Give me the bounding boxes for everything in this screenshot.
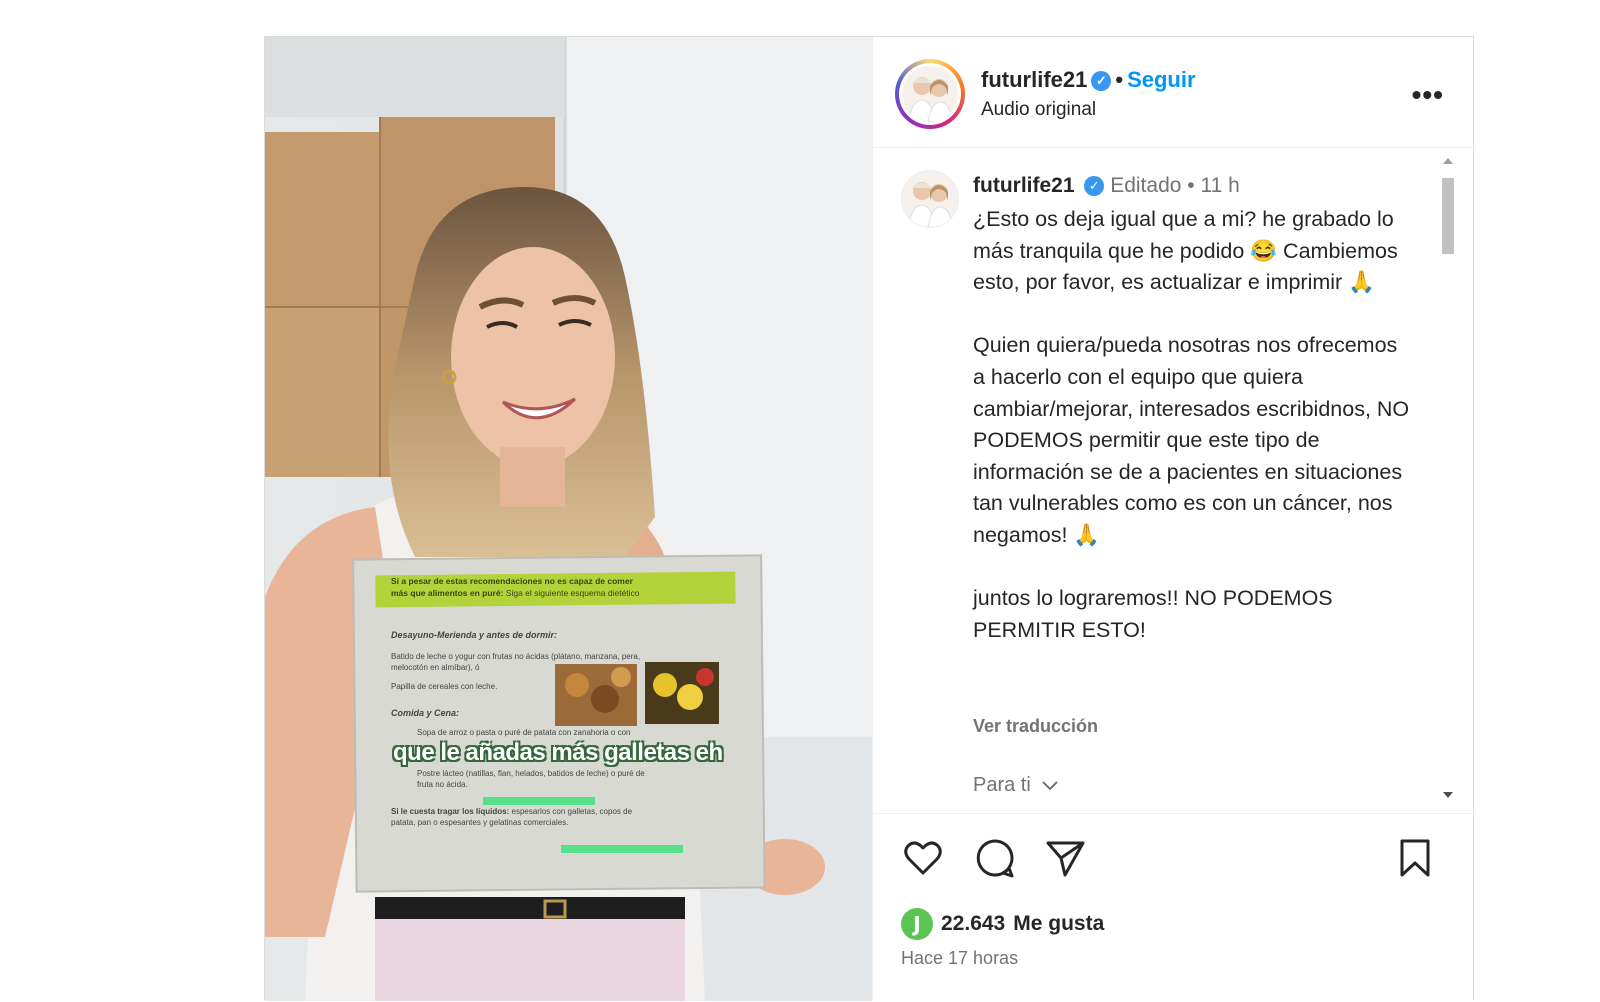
comments-scrollbar[interactable]: [1438, 152, 1460, 802]
liker-avatar: J: [901, 908, 933, 940]
sheet-banner: Si a pesar de estas recomendaciones no e…: [391, 575, 741, 599]
scrollbar-thumb[interactable]: [1442, 178, 1454, 254]
post-side-panel: futurlife21 ✓ • Seguir Audio original ••• f…: [872, 37, 1474, 1001]
likes-label: Me gusta: [1013, 912, 1105, 935]
for-you-dropdown[interactable]: Para ti: [973, 774, 1060, 797]
instagram-post: Si a pesar de estas recomendaciones no e…: [264, 36, 1474, 1001]
header-username-row: futurlife21 ✓ • Seguir: [981, 67, 1196, 93]
bookmark-icon[interactable]: [1393, 836, 1437, 880]
post-header: futurlife21 ✓ • Seguir Audio original •••: [873, 37, 1474, 148]
story-ring[interactable]: [895, 59, 965, 129]
for-you-label: Para ti: [973, 774, 1031, 796]
sheet-section3-line1: espesarlos con galletas, copos de: [511, 807, 633, 816]
post-timestamp[interactable]: Hace 17 horas: [901, 948, 1018, 969]
sheet-section3-title: Si le cuesta tragar los líquidos:: [391, 807, 510, 816]
chevron-down-icon: [1042, 781, 1059, 791]
comment-header: futurlife21 ✓ Editado • 11 h: [973, 174, 1240, 198]
see-translation-link[interactable]: Ver traducción: [973, 716, 1098, 737]
sheet-banner-line2-rest: Siga el siguiente esquema dietético: [505, 588, 640, 598]
meta-separator: •: [1187, 174, 1195, 197]
comment-paragraph: Quien quiera/pueda nosotras nos ofrecemo…: [973, 333, 1410, 547]
sheet-section2-item3a: Postre lácteo (natillas, flan, helados, …: [417, 769, 645, 778]
sheet-body: Desayuno-Merienda y antes de dormir: Bat…: [391, 630, 741, 828]
sheet-section3-line2: patata, pan o espesantes y gelatinas com…: [391, 818, 569, 827]
comments-section: futurlife21 ✓ Editado • 11 h ¿Esto os de…: [873, 148, 1474, 810]
verified-badge-icon: ✓: [1091, 71, 1112, 91]
video-frame: [265, 37, 872, 1001]
follow-button[interactable]: Seguir: [1127, 67, 1195, 92]
audio-label[interactable]: Audio original: [981, 99, 1096, 121]
comment-icon[interactable]: [973, 836, 1017, 880]
post-actions: J 22.643 Me gusta Hace 17 horas: [873, 813, 1474, 1002]
edited-label: Editado: [1110, 174, 1182, 197]
sheet-section1-line1: Batido de leche o yogur con frutas no ác…: [391, 652, 641, 661]
verified-badge-icon: ✓: [1084, 176, 1105, 196]
liker-avatar-letter: J: [913, 912, 921, 936]
likes-row[interactable]: J 22.643 Me gusta: [901, 908, 1104, 940]
sheet-section2-item3b: fruta no ácida.: [417, 780, 468, 789]
post-video[interactable]: Si a pesar de estas recomendaciones no e…: [265, 37, 872, 1001]
scroll-up-arrow-icon[interactable]: [1443, 158, 1453, 164]
comment-username[interactable]: futurlife21: [973, 174, 1075, 197]
sheet-banner-line2: más que alimentos en puré:: [391, 588, 504, 598]
separator-dot: •: [1115, 67, 1124, 92]
more-options-icon[interactable]: •••: [1412, 79, 1444, 111]
sheet-section1-line2: melocotón en almíbar), ó: [391, 663, 480, 672]
likes-count: 22.643: [941, 912, 1006, 935]
comment-paragraph: juntos lo lograremos!! NO PODEMOS PERMIT…: [973, 586, 1333, 642]
comment-avatar[interactable]: [901, 170, 959, 228]
scroll-down-arrow-icon[interactable]: [1443, 792, 1453, 798]
sheet-section2-item1: Sopa de arroz o pasta o puré de patata c…: [417, 728, 631, 737]
share-icon[interactable]: [1043, 836, 1087, 880]
sheet-section1-line3: Papilla de cereales con leche.: [391, 682, 498, 691]
comment-time[interactable]: 11 h: [1200, 174, 1239, 197]
sheet-section2-title: Comida y Cena:: [391, 708, 460, 718]
sheet-banner-line1: Si a pesar de estas recomendaciones no e…: [391, 576, 633, 586]
comment-text: ¿Esto os deja igual que a mi? he grabado…: [973, 204, 1413, 646]
header-username[interactable]: futurlife21: [981, 67, 1087, 92]
video-caption: que le añadas más galletas eh: [393, 739, 723, 766]
sheet-section1-title: Desayuno-Merienda y antes de dormir:: [391, 630, 558, 640]
heart-icon[interactable]: [901, 836, 945, 880]
avatar[interactable]: [902, 66, 958, 122]
comment-paragraph: ¿Esto os deja igual que a mi? he grabado…: [973, 207, 1398, 295]
